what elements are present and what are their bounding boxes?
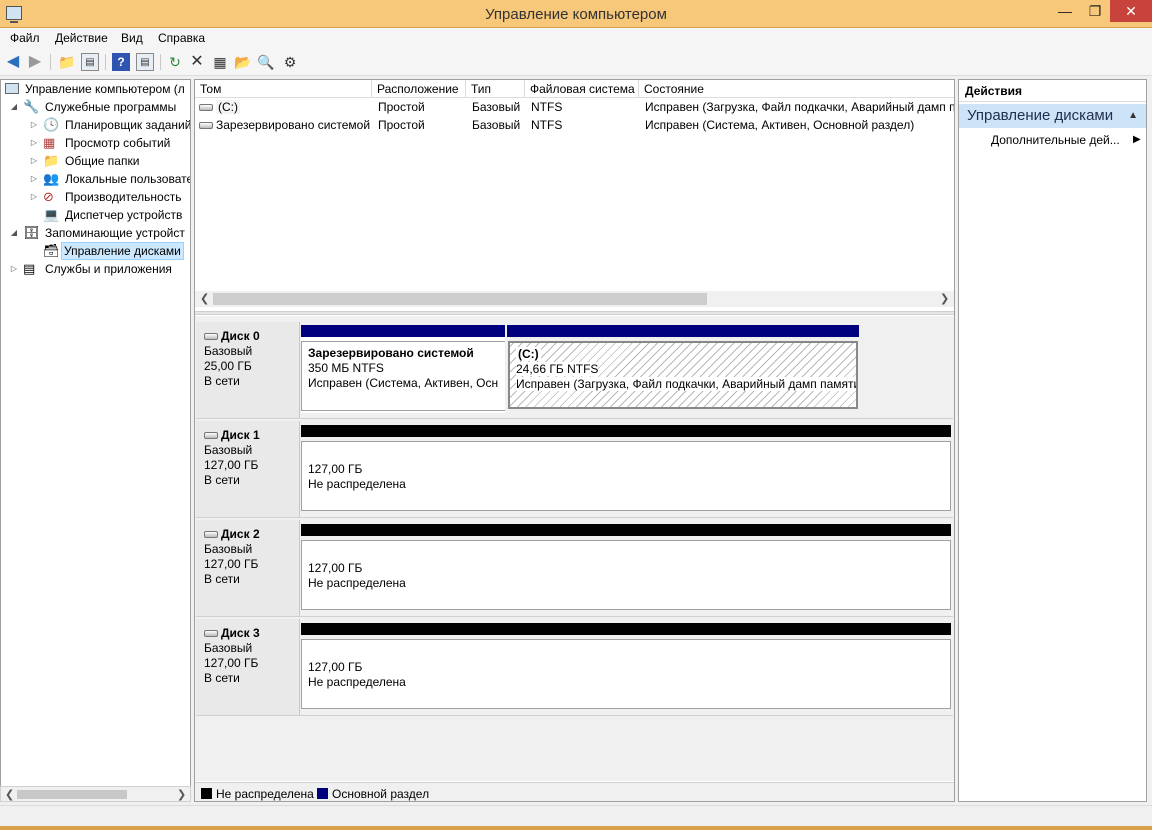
toolbar: ◀ ▶ 📁 ▤ ? ▤ ↻ ✕ ▦ 📂 🔍 ⚙ <box>0 48 1152 76</box>
table-row[interactable]: (C:) Простой Базовый NTFS Исправен (Загр… <box>195 99 954 116</box>
scroll-left-icon[interactable]: ❮ <box>200 291 209 307</box>
performance-icon: ⊘ <box>43 189 54 204</box>
partition-system-reserved[interactable]: Зарезервировано системой 350 МБ NTFS Исп… <box>301 325 506 413</box>
disk-3-label[interactable]: Диск 3 Базовый 127,00 ГБ В сети <box>196 619 300 715</box>
forward-icon[interactable]: ▶ <box>26 53 44 71</box>
legend-swatch-primary <box>317 788 328 799</box>
disk-0[interactable]: Диск 0 Базовый 25,00 ГБ В сети Зарезерви… <box>196 322 953 419</box>
device-manager-icon: 💻 <box>43 207 60 222</box>
scroll-right-icon[interactable]: ❯ <box>177 787 186 803</box>
unallocated-bar <box>301 524 951 536</box>
open-folder-icon[interactable]: 📂 <box>234 53 252 71</box>
expand-icon[interactable]: ▷ <box>9 260 19 278</box>
volume-icon <box>199 104 213 112</box>
disk-3[interactable]: Диск 3 Базовый 127,00 ГБ В сети 127,00 Г… <box>196 619 953 716</box>
disk-icon <box>204 630 218 638</box>
refresh-icon[interactable]: ↻ <box>166 53 184 71</box>
show-hide-tree-icon[interactable]: ▤ <box>81 53 99 71</box>
expand-icon[interactable]: ▷ <box>29 152 39 170</box>
maximize-button[interactable]: ❐ <box>1080 0 1110 22</box>
computer-icon <box>5 83 19 94</box>
services-icon: ▤ <box>23 261 36 276</box>
volume-icon <box>199 122 213 130</box>
tools-icon: 🔧 <box>23 99 40 114</box>
unallocated-bar <box>301 425 951 437</box>
center-pane: Том Расположение Тип Файловая система Со… <box>194 79 955 802</box>
scroll-right-icon[interactable]: ❯ <box>940 291 949 307</box>
disk-0-label[interactable]: Диск 0 Базовый 25,00 ГБ В сети <box>196 322 300 418</box>
collapse-up-icon[interactable]: ▲ <box>1128 104 1138 128</box>
expand-icon[interactable]: ▷ <box>29 116 39 134</box>
menu-view[interactable]: Вид <box>121 31 143 45</box>
disk-icon <box>204 333 218 341</box>
disk-1[interactable]: Диск 1 Базовый 127,00 ГБ В сети 127,00 Г… <box>196 421 953 518</box>
volume-list-header: Том Расположение Тип Файловая система Со… <box>195 80 954 98</box>
menu-action[interactable]: Действие <box>55 31 108 45</box>
show-hide-action-pane-icon[interactable]: ▤ <box>136 53 154 71</box>
unallocated-space[interactable]: 127,00 ГБ Не распределена <box>301 524 951 612</box>
users-icon: 👥 <box>43 171 60 186</box>
menu-file[interactable]: Файл <box>10 31 40 45</box>
help-icon[interactable]: ? <box>112 53 130 71</box>
column-header-filesystem[interactable]: Файловая система <box>525 80 639 98</box>
tree-horizontal-scrollbar[interactable]: ❮ ❯ <box>0 786 191 802</box>
pane-splitter[interactable] <box>195 311 954 315</box>
back-icon[interactable]: ◀ <box>4 53 22 71</box>
column-header-volume[interactable]: Том <box>195 80 372 98</box>
submenu-arrow-icon[interactable]: ▶ <box>1133 132 1141 148</box>
window-title: Управление компьютером <box>485 6 667 23</box>
disk-1-label[interactable]: Диск 1 Базовый 127,00 ГБ В сети <box>196 421 300 517</box>
disk-settings-icon[interactable]: ⚙ <box>281 53 299 71</box>
disk-icon <box>204 531 218 539</box>
expand-icon[interactable]: ▷ <box>29 188 39 206</box>
disk-icon <box>204 432 218 440</box>
unallocated-space[interactable]: 127,00 ГБ Не распределена <box>301 425 951 513</box>
expand-icon[interactable]: ▷ <box>29 170 39 188</box>
expand-icon[interactable]: ▷ <box>29 134 39 152</box>
console-tree: Управление компьютером (л ◢ 🔧 Служебные … <box>0 79 191 802</box>
actions-header: Действия <box>959 80 1146 102</box>
disk-2[interactable]: Диск 2 Базовый 127,00 ГБ В сети 127,00 Г… <box>196 520 953 617</box>
disk-2-label[interactable]: Диск 2 Базовый 127,00 ГБ В сети <box>196 520 300 616</box>
status-bar <box>0 805 1152 830</box>
column-header-type[interactable]: Тип <box>466 80 525 98</box>
up-folder-icon[interactable]: 📁 <box>58 53 76 71</box>
properties-icon[interactable]: ▦ <box>211 53 229 71</box>
shared-folder-icon: 📁 <box>43 153 60 168</box>
storage-icon: 🗄 <box>23 225 40 240</box>
column-header-status[interactable]: Состояние <box>639 80 954 98</box>
clock-icon: 🕓 <box>43 117 60 132</box>
scrollbar-thumb[interactable] <box>213 293 707 305</box>
disk-graphical-view: Диск 0 Базовый 25,00 ГБ В сети Зарезерви… <box>195 316 954 781</box>
unallocated-space[interactable]: 127,00 ГБ Не распределена <box>301 623 951 711</box>
menu-bar: Файл Действие Вид Справка <box>0 28 1152 48</box>
menu-help[interactable]: Справка <box>158 31 205 45</box>
volume-list-horizontal-scrollbar[interactable]: ❮ ❯ <box>195 291 954 307</box>
more-actions-item[interactable]: Дополнительные дей... <box>991 132 1120 148</box>
scrollbar-thumb[interactable] <box>17 790 127 799</box>
taskbar-edge <box>0 826 1152 830</box>
scroll-left-icon[interactable]: ❮ <box>5 787 14 803</box>
column-header-layout[interactable]: Расположение <box>372 80 466 98</box>
table-row[interactable]: Зарезервировано системой Простой Базовый… <box>195 117 954 134</box>
unallocated-bar <box>301 623 951 635</box>
search-icon[interactable]: 🔍 <box>257 53 275 71</box>
event-log-icon: ▦ <box>43 135 56 150</box>
partition-c[interactable]: (C:) 24,66 ГБ NTFS Исправен (Загрузка, Ф… <box>505 325 861 413</box>
disk-legend: Не распределена Основной раздел <box>195 782 954 801</box>
minimize-button[interactable]: — <box>1050 0 1080 22</box>
disk-management-icon: 🗃 <box>43 243 60 258</box>
actions-section-disk-management[interactable]: Управление дисками ▲ <box>959 104 1146 128</box>
actions-pane: Действия Управление дисками ▲ Дополнител… <box>958 79 1147 802</box>
collapse-icon[interactable]: ◢ <box>9 98 19 116</box>
primary-partition-bar <box>301 325 506 337</box>
legend-swatch-unallocated <box>201 788 212 799</box>
primary-partition-bar <box>507 325 859 337</box>
delete-icon[interactable]: ✕ <box>188 53 206 71</box>
close-button[interactable]: ✕ <box>1110 0 1152 22</box>
title-bar: Управление компьютером — ❐ ✕ <box>0 0 1152 28</box>
collapse-icon[interactable]: ◢ <box>9 224 19 242</box>
